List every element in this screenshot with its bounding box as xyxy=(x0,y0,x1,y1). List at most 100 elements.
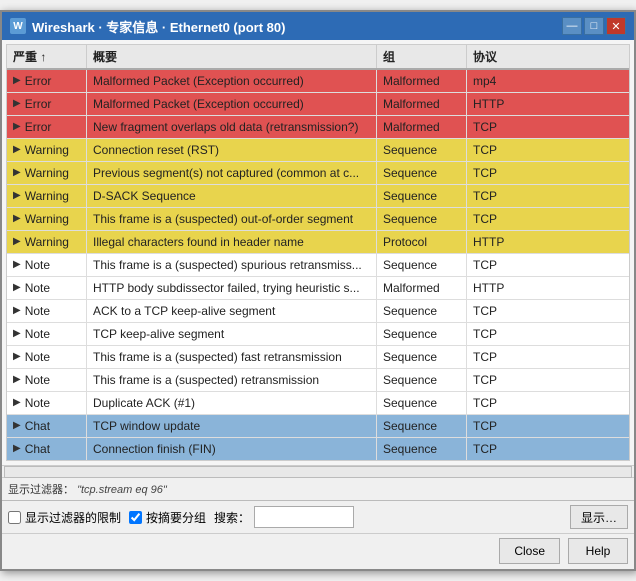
severity-cell: ▶ Warning xyxy=(7,231,87,253)
protocol-cell: TCP xyxy=(467,369,537,391)
title-bar-left: W Wireshark · 专家信息 · Ethernet0 (port 80) xyxy=(10,17,285,36)
group-cell: Sequence xyxy=(377,415,467,437)
table-row[interactable]: ▶ Warning Illegal characters found in he… xyxy=(7,231,629,254)
table-row[interactable]: ▶ Error New fragment overlaps old data (… xyxy=(7,116,629,139)
group-cell: Sequence xyxy=(377,139,467,161)
help-button[interactable]: Help xyxy=(568,538,628,564)
group-cell: Sequence xyxy=(377,438,467,460)
row-arrow-icon: ▶ xyxy=(13,233,21,251)
summary-cell: This frame is a (suspected) spurious ret… xyxy=(87,254,377,276)
severity-label: Warning xyxy=(25,210,69,228)
group-cell: Sequence xyxy=(377,185,467,207)
summary-cell: TCP keep-alive segment xyxy=(87,323,377,345)
row-arrow-icon: ▶ xyxy=(13,279,21,297)
row-arrow-icon: ▶ xyxy=(13,325,21,343)
table-row[interactable]: ▶ Warning D-SACK Sequence Sequence TCP xyxy=(7,185,629,208)
table-row[interactable]: ▶ Chat Connection finish (FIN) Sequence … xyxy=(7,438,629,460)
table-row[interactable]: ▶ Note This frame is a (suspected) spuri… xyxy=(7,254,629,277)
group-cell: Malformed xyxy=(377,116,467,138)
protocol-cell: TCP xyxy=(467,139,537,161)
group-by-summary-checkbox-group[interactable]: 按摘要分组 xyxy=(129,509,206,526)
app-icon: W xyxy=(10,18,26,34)
table-row[interactable]: ▶ Note This frame is a (suspected) retra… xyxy=(7,369,629,392)
minimize-button[interactable]: — xyxy=(562,17,582,35)
severity-cell: ▶ Note xyxy=(7,323,87,345)
search-group: 搜索： xyxy=(214,506,354,528)
severity-label: Warning xyxy=(25,187,69,205)
filter-limit-checkbox[interactable] xyxy=(8,511,21,524)
close-window-button[interactable]: ✕ xyxy=(606,17,626,35)
severity-label: Note xyxy=(25,256,50,274)
severity-label: Note xyxy=(25,325,50,343)
expert-info-table: 严重 ↑ 概要 组 协议 ▶ Error Malformed Packet (E… xyxy=(6,44,630,461)
severity-cell: ▶ Error xyxy=(7,70,87,92)
protocol-cell: TCP xyxy=(467,438,537,460)
protocol-cell: TCP xyxy=(467,392,537,414)
group-cell: Sequence xyxy=(377,300,467,322)
group-by-summary-checkbox[interactable] xyxy=(129,511,142,524)
severity-label: Warning xyxy=(25,141,69,159)
row-arrow-icon: ▶ xyxy=(13,72,21,90)
table-row[interactable]: ▶ Chat TCP window update Sequence TCP xyxy=(7,415,629,438)
col-header-group[interactable]: 组 xyxy=(377,45,467,68)
title-bar-controls: — □ ✕ xyxy=(562,17,626,35)
severity-cell: ▶ Note xyxy=(7,369,87,391)
protocol-cell: TCP xyxy=(467,415,537,437)
search-input[interactable] xyxy=(254,506,354,528)
filter-value: "tcp.stream eq 96" xyxy=(77,484,167,496)
show-button[interactable]: 显示… xyxy=(570,505,628,529)
table-row[interactable]: ▶ Note TCP keep-alive segment Sequence T… xyxy=(7,323,629,346)
table-row[interactable]: ▶ Note This frame is a (suspected) fast … xyxy=(7,346,629,369)
protocol-cell: HTTP xyxy=(467,231,537,253)
group-cell: Sequence xyxy=(377,162,467,184)
row-arrow-icon: ▶ xyxy=(13,164,21,182)
status-bar: 显示过滤器： "tcp.stream eq 96" xyxy=(2,477,634,500)
severity-cell: ▶ Note xyxy=(7,346,87,368)
table-row[interactable]: ▶ Warning Previous segment(s) not captur… xyxy=(7,162,629,185)
summary-cell: Duplicate ACK (#1) xyxy=(87,392,377,414)
table-body: ▶ Error Malformed Packet (Exception occu… xyxy=(7,70,629,460)
protocol-cell: TCP xyxy=(467,346,537,368)
table-row[interactable]: ▶ Error Malformed Packet (Exception occu… xyxy=(7,93,629,116)
summary-cell: Previous segment(s) not captured (common… xyxy=(87,162,377,184)
summary-cell: New fragment overlaps old data (retransm… xyxy=(87,116,377,138)
col-header-summary[interactable]: 概要 xyxy=(87,45,377,68)
table-row[interactable]: ▶ Warning Connection reset (RST) Sequenc… xyxy=(7,139,629,162)
table-row[interactable]: ▶ Note HTTP body subdissector failed, tr… xyxy=(7,277,629,300)
maximize-button[interactable]: □ xyxy=(584,17,604,35)
action-buttons-row: Close Help xyxy=(2,533,634,569)
summary-cell: Illegal characters found in header name xyxy=(87,231,377,253)
protocol-cell: HTTP xyxy=(467,277,537,299)
severity-label: Note xyxy=(25,348,50,366)
col-header-severity[interactable]: 严重 ↑ xyxy=(7,45,87,68)
severity-label: Error xyxy=(25,72,52,90)
col-header-protocol[interactable]: 协议 xyxy=(467,45,537,68)
row-arrow-icon: ▶ xyxy=(13,440,21,458)
close-button[interactable]: Close xyxy=(499,538,560,564)
summary-cell: This frame is a (suspected) retransmissi… xyxy=(87,369,377,391)
table-row[interactable]: ▶ Warning This frame is a (suspected) ou… xyxy=(7,208,629,231)
protocol-cell: TCP xyxy=(467,323,537,345)
table-row[interactable]: ▶ Note ACK to a TCP keep-alive segment S… xyxy=(7,300,629,323)
group-cell: Sequence xyxy=(377,254,467,276)
severity-cell: ▶ Chat xyxy=(7,438,87,460)
row-arrow-icon: ▶ xyxy=(13,95,21,113)
bottom-bar: 显示过滤器的限制 按摘要分组 搜索： 显示… xyxy=(2,500,634,533)
table-row[interactable]: ▶ Note Duplicate ACK (#1) Sequence TCP xyxy=(7,392,629,415)
table-row[interactable]: ▶ Error Malformed Packet (Exception occu… xyxy=(7,70,629,93)
window-title: Wireshark · 专家信息 · Ethernet0 (port 80) xyxy=(32,17,285,36)
protocol-cell: HTTP xyxy=(467,93,537,115)
severity-cell: ▶ Warning xyxy=(7,162,87,184)
severity-label: Warning xyxy=(25,233,69,251)
horizontal-scrollbar[interactable] xyxy=(2,465,634,477)
summary-cell: HTTP body subdissector failed, trying he… xyxy=(87,277,377,299)
summary-cell: D-SACK Sequence xyxy=(87,185,377,207)
summary-cell: This frame is a (suspected) out-of-order… xyxy=(87,208,377,230)
group-cell: Sequence xyxy=(377,392,467,414)
row-arrow-icon: ▶ xyxy=(13,118,21,136)
protocol-cell: TCP xyxy=(467,208,537,230)
filter-limit-checkbox-group[interactable]: 显示过滤器的限制 xyxy=(8,509,121,526)
group-cell: Sequence xyxy=(377,208,467,230)
main-window: W Wireshark · 专家信息 · Ethernet0 (port 80)… xyxy=(0,10,636,571)
protocol-cell: TCP xyxy=(467,254,537,276)
